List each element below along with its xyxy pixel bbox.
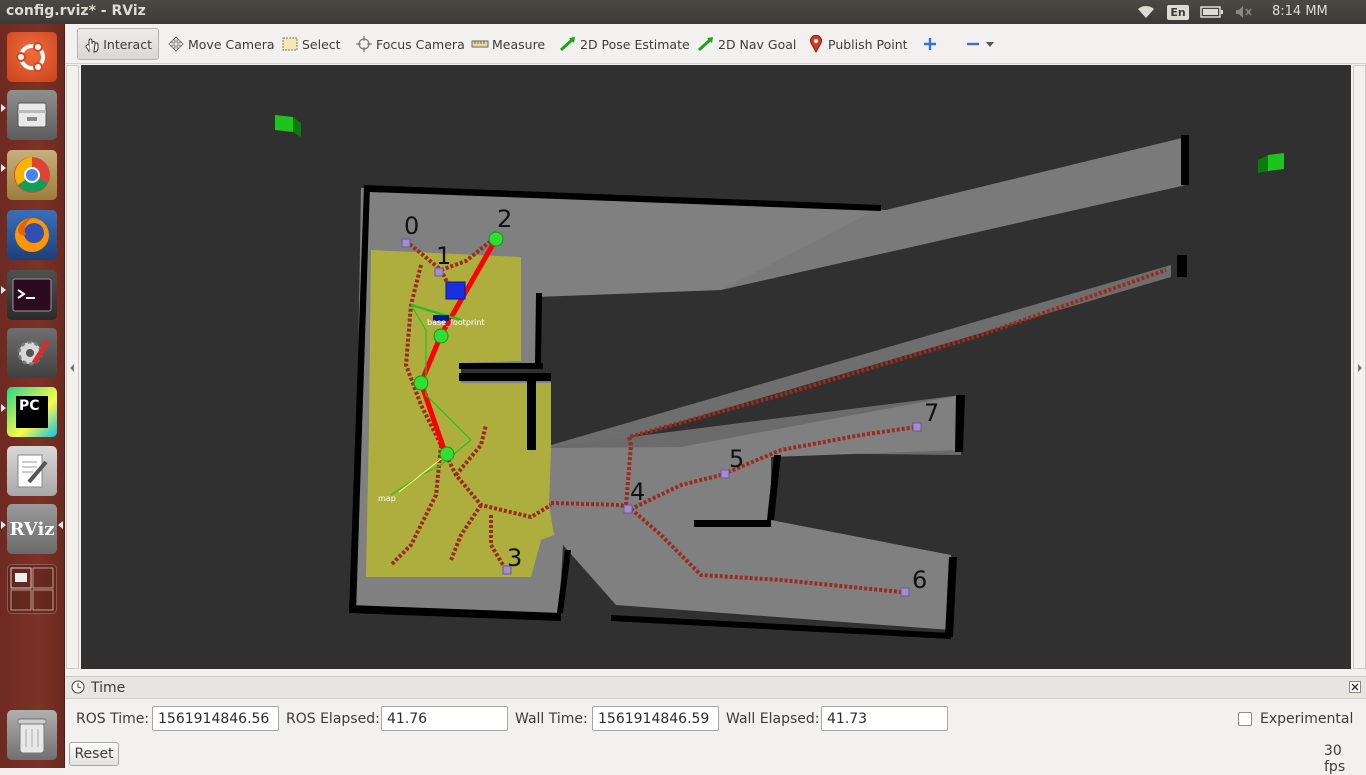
map-pin-icon [807, 35, 825, 53]
text-editor-icon[interactable] [7, 446, 57, 496]
2d-nav-goal-tool-button[interactable]: 2D Nav Goal [691, 28, 802, 60]
2d-pose-estimate-tool-button[interactable]: 2D Pose Estimate [553, 28, 696, 60]
pycharm-icon[interactable]: PC [7, 387, 57, 437]
chevron-down-icon [985, 35, 995, 53]
clock[interactable]: 8:14 MM [1272, 4, 1328, 19]
remove-tool-button[interactable] [958, 28, 1004, 60]
wall-elapsed-label: Wall Elapsed: [726, 711, 820, 727]
focus-camera-tool-button[interactable]: Focus Camera [349, 28, 471, 60]
plus-icon [921, 35, 939, 53]
waypoint-label-6: 6 [912, 566, 927, 594]
add-tool-button[interactable] [915, 28, 948, 60]
rviz-icon[interactable]: RViz [7, 504, 57, 554]
waypoint-label-1: 1 [436, 242, 451, 270]
keyboard-layout-indicator[interactable]: En [1166, 0, 1190, 24]
left-panel-collapse-bar[interactable] [66, 65, 79, 669]
wall-elapsed-field[interactable] [821, 706, 948, 731]
hand-pointer-icon [84, 35, 100, 53]
workspace-switcher-icon[interactable] [7, 564, 57, 614]
time-panel-header: Time [65, 677, 1366, 699]
clock-icon [71, 680, 85, 698]
waypoint-label-5: 5 [729, 445, 744, 473]
map-scene: 0 1 2 3 4 5 6 7 base_footprint map [275, 115, 1284, 639]
trash-icon[interactable] [7, 710, 57, 760]
ros-elapsed-label: ROS Elapsed: [286, 711, 380, 727]
ros-time-label: ROS Time: [76, 711, 150, 727]
green-arrow-icon [559, 35, 577, 53]
move-camera-tool-button[interactable]: Move Camera [161, 28, 281, 60]
green-arrow-icon [697, 35, 715, 53]
waypoint-label-3: 3 [507, 544, 522, 572]
window-title: config.rviz* - RViz [6, 3, 146, 19]
goal-cube [445, 281, 466, 300]
system-settings-icon[interactable] [7, 328, 57, 378]
waypoint-label-2: 2 [497, 205, 512, 233]
wifi-icon[interactable] [1134, 0, 1158, 24]
time-panel: Time ROS Time: ROS Elapsed: Wall Time: W… [65, 676, 1366, 775]
interact-tool-button[interactable]: Interact [77, 28, 159, 60]
waypoint-label-0: 0 [404, 212, 419, 240]
files-icon[interactable] [7, 90, 57, 140]
top-panel: config.rviz* - RViz En 8:14 MM [0, 0, 1366, 24]
ros-elapsed-field[interactable] [381, 706, 508, 731]
experimental-checkbox[interactable] [1238, 712, 1252, 726]
reset-button[interactable]: Reset [69, 742, 119, 766]
move-arrows-icon [167, 35, 185, 53]
close-icon [1351, 683, 1359, 691]
wall-time-label: Wall Time: [515, 711, 588, 727]
measure-tool-button[interactable]: Measure [465, 28, 551, 60]
minus-icon [964, 35, 982, 53]
rviz-toolbar: Interact Move Camera Select Focus Camera… [65, 24, 1366, 64]
frame-label-base-footprint: base_footprint [427, 318, 485, 327]
close-panel-button[interactable] [1349, 681, 1361, 693]
selection-box-icon [281, 35, 299, 53]
publish-point-tool-button[interactable]: Publish Point [801, 28, 914, 60]
terminal-icon[interactable] [7, 270, 57, 320]
chrome-icon[interactable] [7, 150, 57, 200]
firefox-icon[interactable] [7, 210, 57, 260]
wall-time-field[interactable] [592, 706, 719, 731]
select-tool-button[interactable]: Select [275, 28, 347, 60]
crosshair-icon [355, 35, 373, 53]
ubuntu-dash-icon[interactable] [7, 32, 57, 82]
ros-time-field[interactable] [152, 706, 279, 731]
launcher: PC RViz [0, 24, 65, 768]
right-panel-collapse-bar[interactable] [1353, 65, 1366, 669]
waypoint-label-4: 4 [630, 478, 645, 506]
battery-icon[interactable] [1198, 0, 1226, 24]
time-panel-title: Time [91, 680, 126, 696]
volume-muted-icon[interactable] [1232, 0, 1256, 24]
ruler-icon [471, 35, 489, 53]
frame-label-map: map [378, 494, 396, 503]
fps-counter: 30 fps [1324, 743, 1346, 775]
render-viewport[interactable]: 0 1 2 3 4 5 6 7 base_footprint map [81, 65, 1351, 669]
waypoint-label-7: 7 [924, 399, 939, 427]
experimental-label: Experimental [1260, 711, 1354, 727]
